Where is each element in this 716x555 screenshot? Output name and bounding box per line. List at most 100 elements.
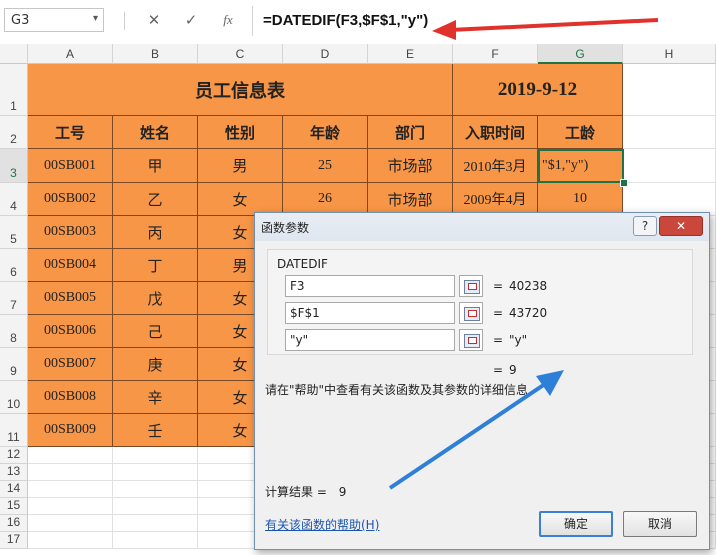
arg1-input[interactable]: F3 <box>285 275 455 297</box>
data-cell[interactable]: 壬 <box>113 414 198 447</box>
data-cell[interactable]: 00SB002 <box>28 183 113 216</box>
row-header-17[interactable]: 17 <box>0 532 28 549</box>
insert-function-icon[interactable]: fx <box>218 10 238 30</box>
sheet-title[interactable]: 员工信息表 <box>28 64 453 116</box>
column-title[interactable]: 部门 <box>368 116 453 149</box>
row-header-11[interactable]: 11 <box>0 414 28 447</box>
column-header-c[interactable]: C <box>198 44 283 64</box>
function-name: DATEDIF <box>277 257 328 271</box>
column-header-a[interactable]: A <box>28 44 113 64</box>
row-header-13[interactable]: 13 <box>0 464 28 481</box>
annotation-arrow-red <box>432 18 659 40</box>
divider <box>124 12 125 30</box>
row-header-10[interactable]: 10 <box>0 381 28 414</box>
row-header-4[interactable]: 4 <box>0 183 28 216</box>
data-cell[interactable]: 25 <box>283 149 368 183</box>
cancel-button[interactable]: 取消 <box>623 511 697 537</box>
fill-handle[interactable] <box>620 179 628 187</box>
data-cell[interactable]: 庚 <box>113 348 198 381</box>
row-header-16[interactable]: 16 <box>0 515 28 532</box>
cell[interactable] <box>113 447 198 464</box>
data-cell[interactable]: 男 <box>198 149 283 183</box>
cell[interactable] <box>28 464 113 481</box>
row-header-8[interactable]: 8 <box>0 315 28 348</box>
equals-sign: = <box>493 333 504 347</box>
column-title[interactable]: 工龄 <box>538 116 623 149</box>
column-header-g[interactable]: G <box>538 44 623 64</box>
arg3-result: "y" <box>509 333 528 347</box>
arg3-input[interactable]: "y" <box>285 329 455 351</box>
column-header-d[interactable]: D <box>283 44 368 64</box>
arg2-result: 43720 <box>509 306 548 320</box>
row-header-2[interactable]: 2 <box>0 116 28 149</box>
column-header-b[interactable]: B <box>113 44 198 64</box>
cell[interactable] <box>113 515 198 532</box>
column-title[interactable]: 性别 <box>198 116 283 149</box>
data-cell[interactable]: 00SB004 <box>28 249 113 282</box>
cell[interactable] <box>113 532 198 549</box>
row-header-6[interactable]: 6 <box>0 249 28 282</box>
close-icon[interactable]: ✕ <box>659 216 703 236</box>
data-cell[interactable]: 己 <box>113 315 198 348</box>
column-title[interactable]: 工号 <box>28 116 113 149</box>
cell[interactable] <box>623 149 716 183</box>
column-header-h[interactable]: H <box>623 44 716 64</box>
row-header-7[interactable]: 7 <box>0 282 28 315</box>
sheet-date[interactable]: 2019-9-12 <box>453 64 623 116</box>
row-header-1[interactable]: 1 <box>0 64 28 116</box>
column-header-e[interactable]: E <box>368 44 453 64</box>
data-cell[interactable]: 00SB006 <box>28 315 113 348</box>
cell[interactable] <box>113 498 198 515</box>
row-header-3[interactable]: 3 <box>0 149 28 183</box>
row-number: 14 <box>6 481 21 495</box>
column-title[interactable]: 年龄 <box>283 116 368 149</box>
chevron-down-icon[interactable]: ▾ <box>93 13 98 24</box>
range-select-icon[interactable] <box>459 302 483 324</box>
cell[interactable] <box>28 515 113 532</box>
cell[interactable] <box>28 532 113 549</box>
data-cell[interactable]: 乙 <box>113 183 198 216</box>
data-cell[interactable]: 00SB007 <box>28 348 113 381</box>
data-cell[interactable]: 丙 <box>113 216 198 249</box>
arg2-input[interactable]: $F$1 <box>285 302 455 324</box>
data-cell[interactable]: 00SB005 <box>28 282 113 315</box>
data-cell[interactable]: 市场部 <box>368 149 453 183</box>
column-title[interactable]: 姓名 <box>113 116 198 149</box>
dialog-titlebar[interactable]: 函数参数 ? ✕ <box>255 213 709 241</box>
cell[interactable] <box>113 464 198 481</box>
data-cell[interactable]: 00SB003 <box>28 216 113 249</box>
help-icon[interactable]: ? <box>633 216 657 236</box>
row-number: 2 <box>10 132 17 146</box>
select-all-corner[interactable] <box>0 44 28 64</box>
data-cell[interactable]: 00SB008 <box>28 381 113 414</box>
row-header-12[interactable]: 12 <box>0 447 28 464</box>
cell[interactable] <box>113 481 198 498</box>
data-cell[interactable]: 00SB001 <box>28 149 113 183</box>
equals-sign: = <box>493 279 504 293</box>
ok-button[interactable]: 确定 <box>539 511 613 537</box>
row-header-14[interactable]: 14 <box>0 481 28 498</box>
cell[interactable] <box>28 498 113 515</box>
cancel-icon[interactable]: ✕ <box>144 10 164 30</box>
row-header-9[interactable]: 9 <box>0 348 28 381</box>
data-cell[interactable]: 戊 <box>113 282 198 315</box>
cell[interactable] <box>28 481 113 498</box>
data-cell[interactable]: 2010年3月 <box>453 149 538 183</box>
column-title[interactable]: 入职时间 <box>453 116 538 149</box>
range-select-icon[interactable] <box>459 329 483 351</box>
cell[interactable] <box>623 116 716 149</box>
data-cell[interactable]: 00SB009 <box>28 414 113 447</box>
function-help-link[interactable]: 有关该函数的帮助(H) <box>265 516 379 533</box>
data-cell[interactable]: 丁 <box>113 249 198 282</box>
row-header-15[interactable]: 15 <box>0 498 28 515</box>
row-header-5[interactable]: 5 <box>0 216 28 249</box>
range-select-icon[interactable] <box>459 275 483 297</box>
cell[interactable] <box>28 447 113 464</box>
active-cell-g3[interactable]: "$1,"y") <box>538 149 624 183</box>
column-header-f[interactable]: F <box>453 44 538 64</box>
data-cell[interactable]: 甲 <box>113 149 198 183</box>
check-icon[interactable]: ✓ <box>181 10 201 30</box>
cell[interactable] <box>623 64 716 116</box>
data-cell[interactable]: 辛 <box>113 381 198 414</box>
name-box[interactable]: G3 ▾ <box>4 8 104 32</box>
